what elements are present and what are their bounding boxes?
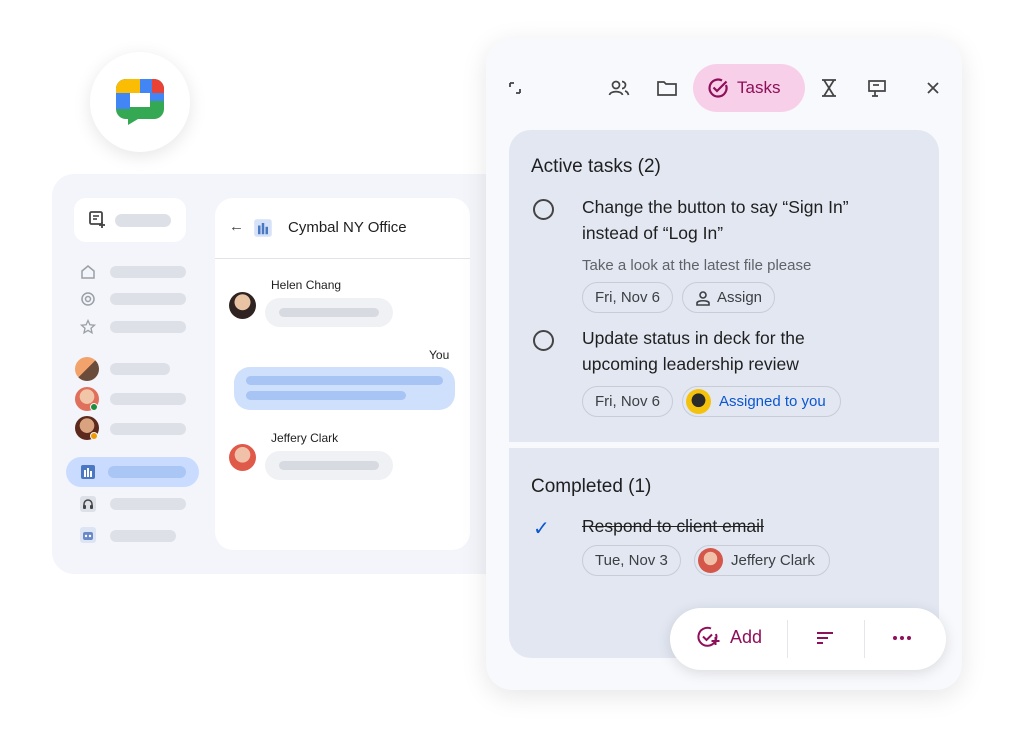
message-sender-you: You [429, 348, 450, 362]
building-icon [81, 465, 95, 479]
divider [787, 620, 788, 658]
away-status-dot [90, 432, 98, 440]
assign-chip[interactable]: Assign [682, 282, 776, 313]
message-sender: Jeffery Clark [271, 431, 339, 445]
divider [215, 258, 470, 259]
headphones-icon[interactable] [80, 496, 96, 512]
active-tasks-section: Active tasks (2) Change the button to sa… [509, 130, 939, 442]
close-icon[interactable] [922, 77, 944, 99]
message-sender: Helen Chang [271, 278, 342, 292]
divider [864, 620, 865, 658]
nav-placeholder [110, 423, 186, 435]
due-date-chip[interactable]: Fri, Nov 6 [582, 386, 674, 417]
my-message-bubble [234, 367, 455, 410]
add-task-icon [697, 626, 720, 647]
new-chat-icon [89, 211, 105, 228]
online-status-dot [90, 403, 98, 411]
building-icon [254, 219, 272, 237]
chat-conversation-pane: ← Cymbal NY Office Helen Chang You Jeffe… [215, 198, 470, 550]
user-avatar [686, 389, 711, 414]
message-bubble [265, 451, 393, 480]
task-title[interactable]: Update status in deck for the upcoming l… [582, 325, 902, 377]
tab-tasks[interactable]: Tasks [693, 64, 805, 112]
nav-placeholder [108, 466, 186, 478]
members-icon[interactable] [608, 77, 630, 99]
due-date-label: Tue, Nov 3 [595, 552, 668, 569]
checkmark-icon[interactable]: ✓ [533, 516, 550, 541]
active-tasks-heading: Active tasks (2) [531, 156, 661, 177]
assignee-label: Assigned to you [719, 393, 826, 410]
placeholder-bar [115, 214, 171, 227]
person-icon [696, 290, 710, 306]
home-icon[interactable] [80, 264, 96, 280]
present-icon[interactable] [866, 77, 888, 99]
task-title-line: Update status in deck for the [582, 328, 805, 348]
workflow-icon[interactable] [818, 77, 840, 99]
group-avatar[interactable] [75, 357, 99, 381]
jeffery-avatar [698, 548, 723, 573]
assign-label: Assign [717, 289, 763, 306]
nav-placeholder [110, 321, 186, 333]
assignee-label: Jeffery Clark [731, 552, 815, 569]
chat-room-title: Cymbal NY Office [288, 219, 407, 236]
task-complete-checkbox[interactable] [533, 330, 554, 351]
sidebar-item-cymbal-ny-office[interactable] [66, 457, 199, 487]
add-task-button[interactable]: Add [696, 625, 762, 649]
due-date-chip[interactable]: Tue, Nov 3 [582, 545, 681, 576]
google-chat-logo-icon [116, 79, 164, 125]
assignee-chip[interactable]: Jeffery Clark [694, 545, 830, 576]
task-title-line: instead of “Log In” [582, 223, 724, 243]
task-action-bar: Add [670, 608, 946, 670]
add-task-label: Add [730, 626, 763, 647]
due-date-chip[interactable]: Fri, Nov 6 [582, 282, 674, 313]
nav-placeholder [110, 266, 186, 278]
nav-placeholder [110, 498, 186, 510]
completed-heading: Completed (1) [531, 476, 652, 497]
nav-placeholder [110, 293, 186, 305]
task-title-line: upcoming leadership review [582, 354, 799, 374]
task-title-line: Change the button to say “Sign In” [582, 197, 849, 217]
completed-task-title[interactable]: Respond to client email [582, 516, 764, 537]
nav-placeholder [110, 530, 176, 542]
app-logo [90, 52, 190, 152]
tasks-side-panel: Tasks Active tasks (2) Change the button… [486, 38, 962, 690]
collapse-icon[interactable] [504, 77, 526, 99]
starred-icon[interactable] [80, 319, 96, 335]
task-title[interactable]: Change the button to say “Sign In” inste… [582, 194, 902, 246]
bot-icon[interactable] [80, 527, 96, 543]
task-description: Take a look at the latest file please [582, 257, 812, 274]
sort-icon[interactable] [815, 627, 835, 649]
helen-avatar [229, 292, 256, 319]
message-bubble [265, 298, 393, 327]
back-arrow-icon[interactable]: ← [229, 218, 244, 235]
new-chat-button[interactable] [74, 198, 186, 242]
assignee-chip[interactable]: Assigned to you [682, 386, 841, 417]
jeffery-avatar [229, 444, 256, 471]
more-options-icon[interactable] [892, 635, 912, 641]
due-date-label: Fri, Nov 6 [595, 393, 661, 410]
nav-placeholder [110, 393, 186, 405]
task-complete-checkbox[interactable] [533, 199, 554, 220]
mentions-icon[interactable] [80, 291, 96, 307]
folder-icon[interactable] [656, 77, 678, 99]
nav-placeholder [110, 363, 170, 375]
tasks-check-icon [708, 78, 728, 98]
tab-tasks-label: Tasks [737, 78, 781, 97]
due-date-label: Fri, Nov 6 [595, 289, 661, 306]
